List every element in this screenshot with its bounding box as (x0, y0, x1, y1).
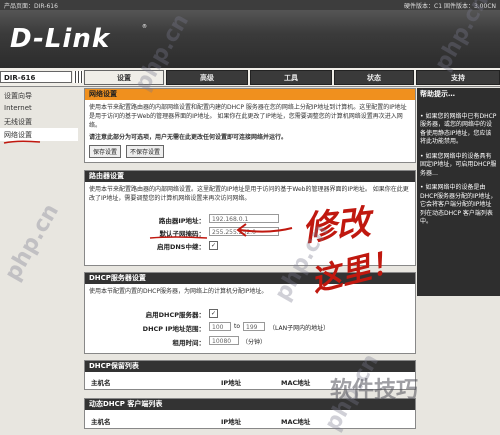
header-banner: D-Link ® (0, 10, 500, 68)
dlink-logo: D-Link (10, 24, 111, 54)
help-tip-3: • 如果网络中的设备是由DHCP服务器分配的IP地址，它会将客户端分配的IP地址… (420, 184, 497, 225)
client-col-hostname: 主机名 (91, 418, 111, 426)
lease-time-input[interactable]: 10080 (209, 336, 239, 345)
annotation-arrow (236, 223, 293, 237)
lease-unit: （分钟） (242, 339, 267, 346)
client-col-ip: IP地址 (221, 418, 242, 426)
sidebar-item-wireless[interactable]: 无线设置 (0, 115, 78, 128)
help-title: 帮助提示… (420, 90, 455, 98)
range-note: （LAN子网内的地址） (269, 325, 330, 332)
client-col-mac: MAC地址 (281, 418, 311, 426)
help-column: 帮助提示… • 如果您的网络中已有DHCP服务器，或您的网络中的设备使用静态IP… (417, 88, 500, 429)
help-box: 帮助提示… • 如果您的网络中已有DHCP服务器，或您的网络中的设备使用静态IP… (417, 88, 500, 296)
router-settings-title: 路由器设置 (85, 171, 415, 182)
tab-advanced[interactable]: 高级 (166, 70, 248, 85)
decorative-stripes (73, 71, 83, 83)
dont-save-button[interactable]: 不保存设置 (125, 145, 164, 158)
help-tip-1: • 如果您的网络中已有DHCP服务器，或您的网络中的设备使用静态IP地址，您应该… (420, 112, 497, 146)
sidebar-item-wizard[interactable]: 设置向导 (0, 89, 78, 102)
red-underline-mask (149, 236, 208, 239)
nav-row: DIR-616 设置 高级 工具 状态 支持 (0, 68, 500, 87)
tab-status[interactable]: 状态 (334, 70, 414, 85)
tab-tools[interactable]: 工具 (250, 70, 332, 85)
watermark-brand: 软件技巧 (330, 378, 419, 403)
reservation-col-mac: MAC地址 (281, 379, 311, 387)
dhcp-enable-checkbox[interactable]: ✓ (209, 309, 218, 318)
help-tip-2: • 如果您网络中的设备具有固定IP地址，可启用DHCP服务器… (420, 152, 497, 177)
network-settings-title: 网络设置 (85, 89, 415, 100)
reservation-col-ip: IP地址 (221, 379, 242, 387)
sidebar-item-internet[interactable]: Internet (0, 102, 78, 115)
dhcp-enable-label: 启用DHCP服务器： (145, 311, 205, 319)
dns-relay-checkbox[interactable]: ✓ (209, 241, 218, 250)
tab-support[interactable]: 支持 (416, 70, 500, 85)
dhcp-range-end-input[interactable]: 199 (243, 322, 265, 331)
model-label: DIR-616 (0, 71, 72, 83)
reservation-col-hostname: 主机名 (91, 379, 111, 387)
dhcp-range-label: DHCP IP地址范围： (142, 325, 205, 333)
registered-mark: ® (142, 24, 147, 30)
network-settings-desc: 使用本节来配置路由器的内部网络设置和配置内建的DHCP 服务器在您的网络上分配I… (89, 104, 407, 129)
product-page-label: 产品页面：DIR-616 (4, 3, 58, 10)
dhcp-range-start-input[interactable]: 100 (209, 322, 231, 331)
range-to-label: to (234, 323, 241, 330)
network-settings-note: 请注意此部分为可选项，用户无需在此更改任何设置即可连接网络并运行。 (89, 134, 288, 141)
router-ip-label: 路由器IP地址： (158, 217, 205, 225)
top-info-bar: 产品页面：DIR-616 硬件版本：C1 固件版本：3.00CN (0, 0, 500, 10)
lease-time-label: 租用时间： (172, 339, 206, 347)
save-settings-button[interactable]: 保存设置 (89, 145, 122, 158)
network-settings-panel: 网络设置 使用本节来配置路由器的内部网络设置和配置内建的DHCP 服务器在您的网… (84, 88, 416, 163)
dns-relay-label: 启用DNS中继： (156, 243, 205, 251)
red-underline-mark (3, 140, 41, 144)
